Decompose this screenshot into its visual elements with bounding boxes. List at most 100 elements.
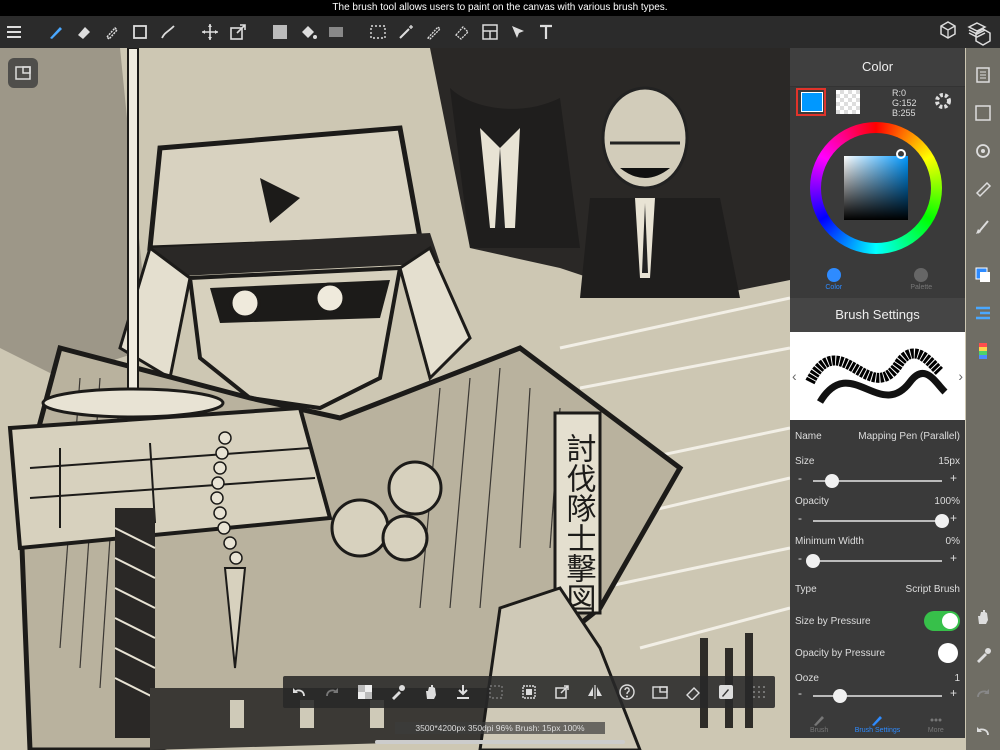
fill-color-icon[interactable] <box>266 18 294 46</box>
color-settings-gear-icon[interactable] <box>932 90 954 117</box>
move-tool-icon[interactable] <box>196 18 224 46</box>
min-width-decrease-button[interactable]: - <box>798 551 802 565</box>
brush-tab-icon <box>814 716 825 726</box>
transform-icon[interactable] <box>549 679 575 705</box>
tab-color[interactable]: Color <box>790 258 878 298</box>
ooze-value: 1 <box>954 673 960 684</box>
opacity-label: Opacity <box>795 496 829 507</box>
tab-brush-settings[interactable]: Brush Settings <box>848 703 906 738</box>
saturation-value-square[interactable] <box>844 156 908 220</box>
brush-settings-toggle-icon[interactable] <box>970 300 996 326</box>
magic-wand-icon[interactable] <box>392 18 420 46</box>
color-panel-toggle-icon[interactable] <box>970 262 996 288</box>
more-tab-icon <box>930 718 942 722</box>
color-tabs: Color Palette <box>790 258 965 298</box>
brush-settings-title: Brush Settings <box>790 298 965 332</box>
document-icon[interactable] <box>970 62 996 88</box>
min-width-track[interactable] <box>813 560 942 562</box>
redo-icon[interactable] <box>319 679 345 705</box>
eraser-tool-icon[interactable] <box>70 18 98 46</box>
ooze-knob[interactable] <box>833 689 847 703</box>
ooze-decrease-button[interactable]: - <box>798 686 802 700</box>
redo-icon[interactable] <box>970 680 996 706</box>
brush-tool-icon[interactable] <box>42 18 70 46</box>
tooltip-banner: The brush tool allows users to paint on … <box>0 0 1000 16</box>
primary-color-swatch[interactable] <box>796 88 826 116</box>
select-pen-icon[interactable] <box>420 18 448 46</box>
blur-tool-icon[interactable] <box>98 18 126 46</box>
frame-divider-icon[interactable] <box>476 18 504 46</box>
window-icon[interactable] <box>647 679 673 705</box>
snap-icon[interactable] <box>970 214 996 240</box>
material-icon[interactable] <box>938 20 958 42</box>
color-wheel[interactable] <box>810 122 942 254</box>
tab-brush[interactable]: Brush <box>790 703 848 738</box>
size-by-pressure-toggle[interactable] <box>924 611 960 631</box>
eyedropper-icon[interactable] <box>970 642 996 668</box>
grid-menu-icon[interactable] <box>746 679 772 705</box>
eraser-icon[interactable] <box>680 679 706 705</box>
ooze-slider[interactable]: - + <box>795 686 960 703</box>
menu-icon[interactable] <box>0 18 28 46</box>
background-icon[interactable] <box>970 100 996 126</box>
type-row[interactable]: Type Script Brush <box>795 584 960 595</box>
select-eraser-icon[interactable] <box>448 18 476 46</box>
select-tool-icon[interactable] <box>364 18 392 46</box>
opacity-knob[interactable] <box>935 514 949 528</box>
help-icon[interactable] <box>614 679 640 705</box>
preview-prev-icon[interactable]: ‹ <box>792 368 797 384</box>
navigator-button[interactable] <box>8 58 38 88</box>
flip-icon[interactable] <box>582 679 608 705</box>
preview-next-icon[interactable]: › <box>958 368 963 384</box>
hand-icon[interactable] <box>418 679 444 705</box>
size-knob[interactable] <box>825 474 840 488</box>
type-value: Script Brush <box>905 584 960 595</box>
transform-tool-icon[interactable] <box>224 18 252 46</box>
opacity-slider[interactable]: - + <box>795 511 960 528</box>
layers-icon[interactable] <box>967 20 987 42</box>
deselect-icon[interactable] <box>516 679 542 705</box>
opacity-increase-button[interactable]: + <box>950 511 957 525</box>
secondary-color-swatch[interactable] <box>836 90 860 114</box>
save-download-icon[interactable] <box>450 679 476 705</box>
palette-toggle-icon[interactable] <box>970 338 996 364</box>
opacity-by-pressure-toggle[interactable] <box>924 643 960 663</box>
transparent-color-icon[interactable] <box>352 679 378 705</box>
undo-icon[interactable] <box>286 679 312 705</box>
operation-tool-icon[interactable] <box>504 18 532 46</box>
eyedropper-icon[interactable] <box>385 679 411 705</box>
tab-brush-label: Brush <box>810 727 829 734</box>
brush-name-row[interactable]: Name Mapping Pen (Parallel) <box>795 431 960 442</box>
shape-tool-icon[interactable] <box>126 18 154 46</box>
undo-icon[interactable] <box>970 718 996 744</box>
select-all-icon[interactable] <box>483 679 509 705</box>
min-width-knob[interactable] <box>806 554 820 568</box>
brush-settings-tab-icon <box>872 716 883 726</box>
tab-palette[interactable]: Palette <box>878 258 966 298</box>
size-by-pressure-label: Size by Pressure <box>795 616 871 627</box>
tab-color-label: Color <box>825 283 843 291</box>
rotate-icon[interactable] <box>970 138 996 164</box>
tab-more[interactable]: More <box>907 703 965 738</box>
min-width-increase-button[interactable]: + <box>950 551 957 565</box>
gradient-tool-icon[interactable] <box>322 18 350 46</box>
plaque-text: 討伐隊士擊図 <box>561 433 596 613</box>
hue-picker[interactable] <box>896 149 906 159</box>
text-tool-icon[interactable] <box>532 18 560 46</box>
ooze-increase-button[interactable]: + <box>950 686 957 700</box>
min-width-slider[interactable]: - + <box>795 551 960 568</box>
size-increase-button[interactable]: + <box>950 471 957 485</box>
stroke-tool-icon[interactable] <box>154 18 182 46</box>
ruler-icon[interactable] <box>970 176 996 202</box>
opacity-decrease-button[interactable]: - <box>798 511 802 525</box>
min-width-value: 0% <box>945 536 960 547</box>
size-label: Size <box>795 456 815 467</box>
edit-pen-icon[interactable] <box>713 679 739 705</box>
hand-tool-icon[interactable] <box>970 604 996 630</box>
bucket-tool-icon[interactable] <box>294 18 322 46</box>
tab-more-label: More <box>927 727 944 734</box>
size-decrease-button[interactable]: - <box>798 471 802 485</box>
opacity-track[interactable] <box>813 520 942 522</box>
rgb-g: G:152 <box>892 98 917 108</box>
size-slider[interactable]: - + <box>795 471 960 488</box>
